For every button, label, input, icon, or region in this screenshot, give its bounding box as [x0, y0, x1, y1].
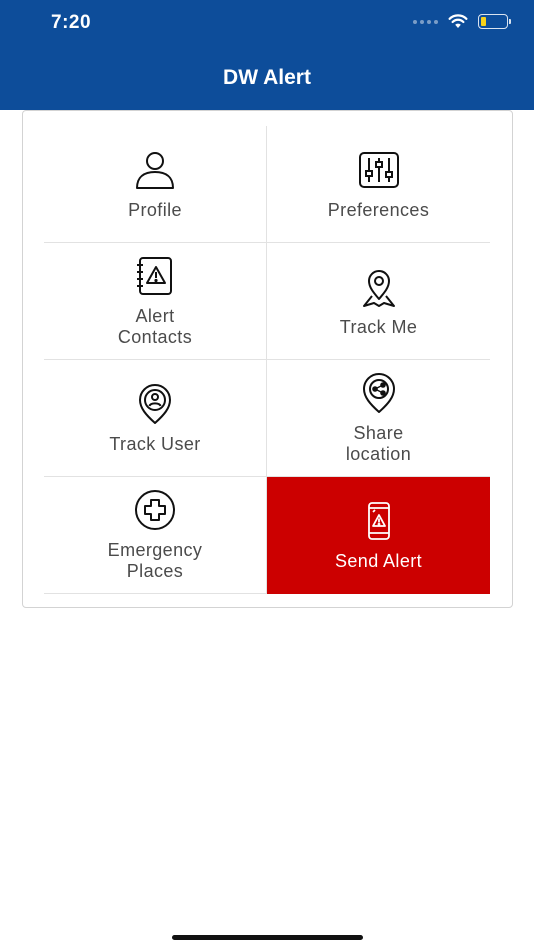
share-location-pin-icon [356, 371, 402, 417]
preferences-label: Preferences [327, 199, 430, 220]
map-pin-icon [356, 265, 402, 311]
person-icon [132, 148, 178, 194]
emergency-places-tile[interactable]: Emergency Places [44, 477, 267, 594]
profile-tile[interactable]: Profile [44, 126, 267, 243]
alert-contacts-tile[interactable]: Alert Contacts [44, 243, 267, 360]
status-time: 7:20 [51, 12, 92, 33]
contact-book-warning-icon [132, 254, 178, 300]
profile-label: Profile [128, 199, 182, 220]
share-location-label: Share location [345, 423, 412, 464]
track-user-tile[interactable]: Track User [44, 360, 267, 477]
track-user-label: Track User [109, 433, 201, 454]
send-alert-label: Send Alert [334, 551, 423, 571]
preferences-tile[interactable]: Preferences [267, 126, 490, 243]
menu-card: Profile Preferences Alert Contacts Track… [22, 110, 513, 608]
cellular-signal-icon [413, 19, 438, 24]
user-location-pin-icon [132, 382, 178, 428]
wifi-icon [448, 14, 468, 28]
medical-cross-icon [132, 488, 178, 534]
app-header: 7:20 DW Alert [0, 0, 534, 110]
emergency-places-label: Emergency Places [107, 540, 203, 581]
menu-grid: Profile Preferences Alert Contacts Track… [44, 126, 490, 594]
share-location-tile[interactable]: Share location [267, 360, 490, 477]
phone-warning-icon [356, 499, 402, 545]
alert-contacts-label: Alert Contacts [117, 306, 193, 347]
sliders-icon [356, 148, 402, 194]
page-title: DW Alert [223, 66, 311, 89]
status-icons [413, 14, 511, 29]
send-alert-button[interactable]: Send Alert [267, 477, 490, 594]
track-me-label: Track Me [339, 316, 418, 337]
battery-icon [478, 14, 511, 29]
app-screen: 7:20 DW Alert Profile Preferences Alert … [0, 0, 534, 950]
home-indicator[interactable] [172, 935, 363, 940]
track-me-tile[interactable]: Track Me [267, 243, 490, 360]
